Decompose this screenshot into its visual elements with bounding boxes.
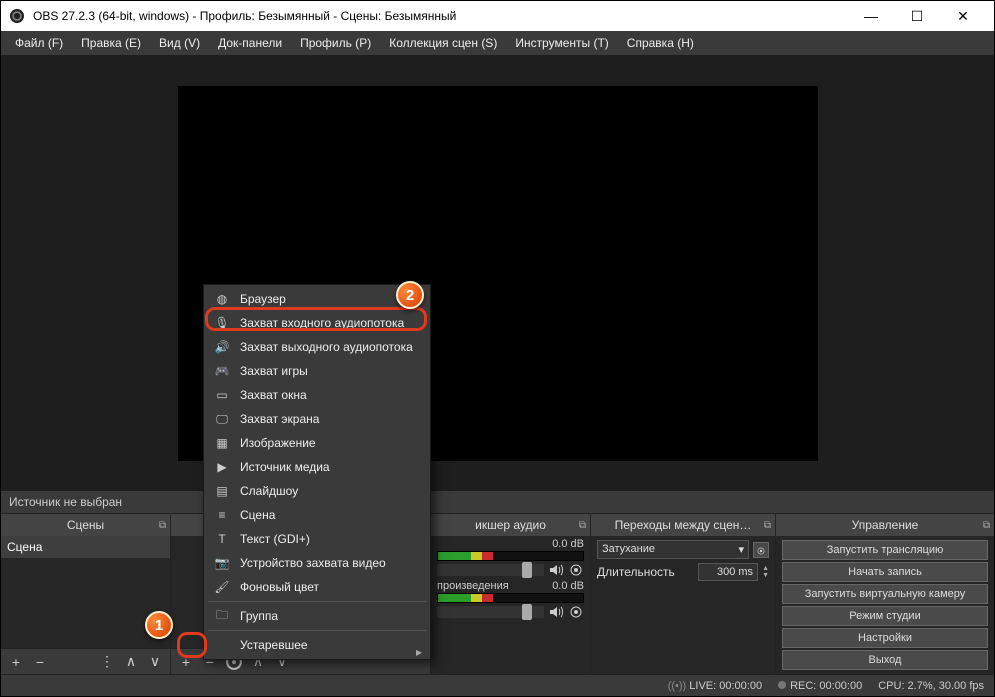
mixer-title: икшер аудио [475,518,546,532]
camera-icon: 📷 [214,555,230,571]
play-icon: ▶ [214,459,230,475]
transition-select[interactable]: Затухание▾ [597,540,749,559]
duration-label: Длительность [597,565,694,579]
ctx-Изображение[interactable]: ▦Изображение [204,431,430,455]
menu-view[interactable]: Вид (V) [151,33,208,53]
db-label: 0.0 dB [552,538,584,550]
menu-scenes[interactable]: Коллекция сцен (S) [381,33,505,53]
ctx-Текст-(GDI+)[interactable]: TТекст (GDI+) [204,527,430,551]
start-stream-button[interactable]: Запустить трансляцию [782,540,988,560]
menu-file[interactable]: Файл (F) [7,33,71,53]
scenes-dock: Сцены ⧉ Сцена + − ⋮ ∧ ∨ [1,514,171,674]
ctx-Устаревшее[interactable]: Устаревшее [204,633,430,657]
settings-button[interactable]: Настройки [782,628,988,648]
scene-up-button[interactable]: ∧ [120,651,142,673]
scene-item[interactable]: Сцена [1,536,170,558]
menu-tools[interactable]: Инструменты (T) [507,33,616,53]
volume-slider[interactable] [437,606,544,618]
ctx-Захват-входного-аудиопотока[interactable]: 🎙Захват входного аудиопотока [204,311,430,335]
maximize-button[interactable]: ☐ [894,1,940,31]
volume-slider[interactable] [437,564,544,576]
popout-icon[interactable]: ⧉ [983,520,990,531]
menubar: Файл (F) Правка (E) Вид (V) Док-панели П… [1,31,994,55]
ctx-Захват-выходного-аудиопотока[interactable]: 🔊Захват выходного аудиопотока [204,335,430,359]
controls-dock: Управление ⧉ Запустить трансляцию Начать … [776,514,994,674]
popout-icon[interactable]: ⧉ [159,520,166,531]
source-add-button[interactable]: + [175,651,197,673]
mic-icon: 🎙 [214,315,230,331]
docks-row: Сцены⧉ Сцена + − ⋮ ∧ ∨ Источники⧉ ил [1,513,994,674]
ctx-Захват-окна[interactable]: ▭Захват окна [204,383,430,407]
brush-icon: 🖌 [214,579,230,595]
spk-icon: 🔊 [214,339,230,355]
window-title: OBS 27.2.3 (64-bit, windows) - Профиль: … [33,9,456,23]
monitor-icon: 🖵 [214,411,230,427]
audio-meter [437,593,584,603]
obs-logo-icon [9,8,25,24]
studio-mode-button[interactable]: Режим студии [782,606,988,626]
popout-icon[interactable]: ⧉ [579,520,586,531]
transitions-dock: Переходы между сцен… ⧉ Затухание▾ Длитель… [591,514,776,674]
db-label: 0.0 dB [552,580,584,592]
marker-1: 1 [145,611,173,639]
scene-add-button[interactable]: + [5,651,27,673]
menu-edit[interactable]: Правка (E) [73,33,149,53]
text-icon: T [214,531,230,547]
scene-icon: ≡ [214,507,230,523]
ctx-Фоновый-цвет[interactable]: 🖌Фоновый цвет [204,575,430,599]
audio-meter [437,551,584,561]
scene-filter-button[interactable]: ⋮ [96,651,118,673]
start-virtualcam-button[interactable]: Запустить виртуальную камеру [782,584,988,604]
folder-icon: 🗀 [214,608,230,624]
titlebar: OBS 27.2.3 (64-bit, windows) - Профиль: … [1,1,994,31]
add-source-menu: ◍Браузер🎙Захват входного аудиопотока🔊Зах… [203,284,431,660]
gamepad-icon: 🎮 [214,363,230,379]
start-record-button[interactable]: Начать запись [782,562,988,582]
menu-help[interactable]: Справка (H) [619,33,702,53]
gear-icon[interactable] [568,562,584,578]
image-icon: ▦ [214,435,230,451]
exit-button[interactable]: Выход [782,650,988,670]
duration-input[interactable]: 300 ms [698,563,758,581]
speaker-icon[interactable] [548,604,564,620]
mixer-channel: 0.0 dB [437,538,584,578]
rec-status: REC: 00:00:00 [778,680,862,692]
ctx-Захват-экрана[interactable]: 🖵Захват экрана [204,407,430,431]
globe-icon: ◍ [214,291,230,307]
minimize-button[interactable]: — [848,1,894,31]
menu-dock[interactable]: Док-панели [210,33,290,53]
no-source-label: Источник не выбран [1,491,994,513]
transitions-title: Переходы между сцен… [615,518,752,532]
ctx-Слайдшоу[interactable]: ▤Слайдшоу [204,479,430,503]
menu-profile[interactable]: Профиль (P) [292,33,379,53]
scenes-title: Сцены [67,518,104,532]
ctx-Источник-медиа[interactable]: ▶Источник медиа [204,455,430,479]
slides-icon: ▤ [214,483,230,499]
marker-2: 2 [396,281,424,309]
scene-remove-button[interactable]: − [29,651,51,673]
ctx-Группа[interactable]: 🗀Группа [204,604,430,628]
duration-stepper[interactable]: ▲▼ [762,565,769,579]
close-button[interactable]: ✕ [940,1,986,31]
blank-icon [214,637,230,653]
ctx-Захват-игры[interactable]: 🎮Захват игры [204,359,430,383]
gear-icon[interactable] [568,604,584,620]
ctx-Устройство-захвата-видео[interactable]: 📷Устройство захвата видео [204,551,430,575]
controls-title: Управление [852,518,919,532]
mixer-channel: произведения0.0 dB [437,580,584,620]
gear-icon[interactable] [753,542,769,558]
statusbar: LIVE: 00:00:00 REC: 00:00:00 CPU: 2.7%, … [1,674,994,696]
popout-icon[interactable]: ⧉ [764,520,771,531]
speaker-icon[interactable] [548,562,564,578]
scene-down-button[interactable]: ∨ [144,651,166,673]
live-status: LIVE: 00:00:00 [668,680,762,692]
cpu-status: CPU: 2.7%, 30.00 fps [878,680,984,692]
preview-area [1,55,994,491]
window-icon: ▭ [214,387,230,403]
ctx-Сцена[interactable]: ≡Сцена [204,503,430,527]
mixer-dock: икшер аудио ⧉ 0.0 dB произведения0.0 dB [431,514,591,674]
scenes-list[interactable]: Сцена [1,536,170,648]
